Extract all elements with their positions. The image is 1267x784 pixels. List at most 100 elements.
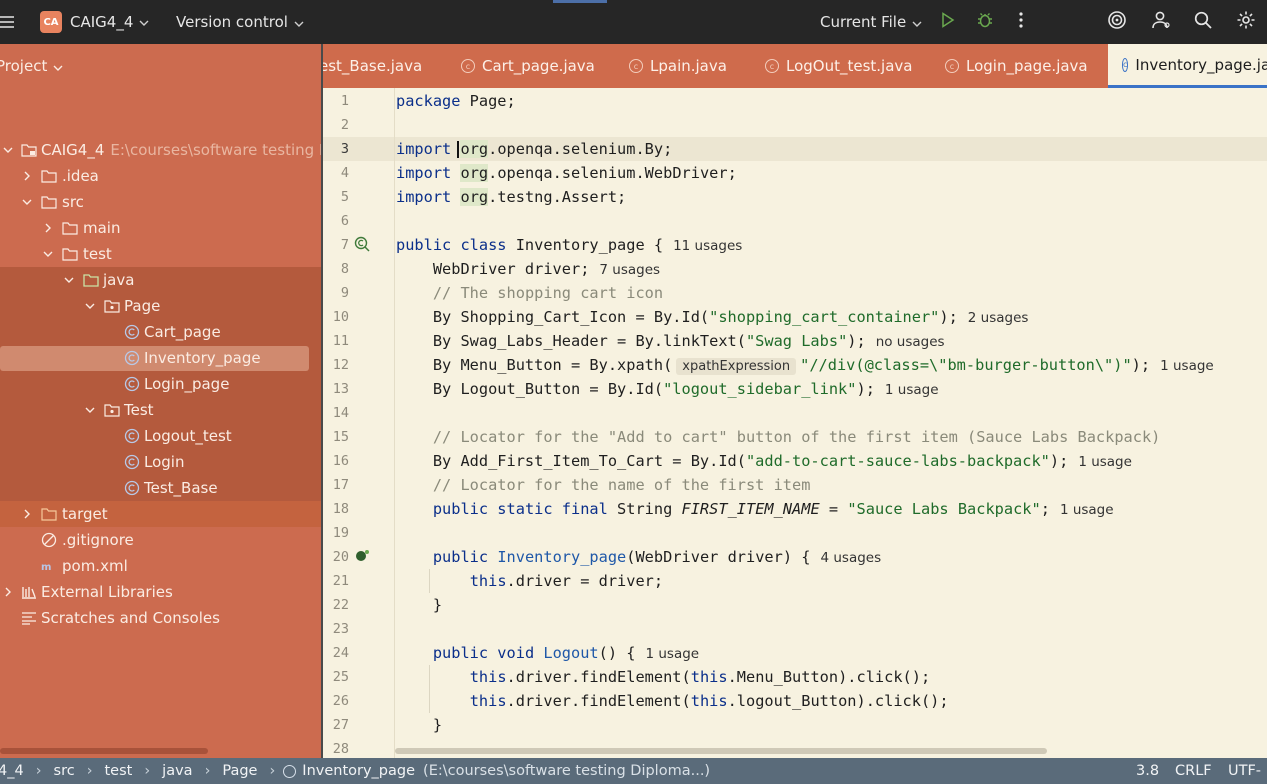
caret-position[interactable]: 3.8 xyxy=(1136,758,1159,784)
tree-item-root[interactable]: CAIG4_4 E:\courses\software testing Dipl xyxy=(0,137,321,163)
chevron-right-icon[interactable] xyxy=(42,222,54,234)
more-vertical-icon xyxy=(1019,12,1023,32)
chevron-down-icon[interactable] xyxy=(84,300,96,312)
line-number: 1 xyxy=(340,93,349,109)
breadcrumb-item[interactable]: java xyxy=(162,763,192,779)
tree-item-label: External Libraries xyxy=(41,583,173,601)
tree-item-pom[interactable]: m pom.xml xyxy=(0,553,321,579)
tab-logout-test[interactable]: c LogOut_test.java xyxy=(765,44,913,88)
breadcrumb-item[interactable]: Page xyxy=(222,763,257,779)
tab-test-base[interactable]: est_Base.java xyxy=(323,44,422,88)
chevron-right-icon[interactable] xyxy=(21,508,33,520)
tab-cart-page[interactable]: c Cart_page.java xyxy=(461,44,595,88)
line-number: 11 xyxy=(332,333,349,349)
editor-tab-bar: est_Base.java c Cart_page.java c Lpain.j… xyxy=(323,44,1267,88)
line-number: 19 xyxy=(332,525,349,541)
chevron-down-icon xyxy=(53,57,63,75)
tree-item-idea[interactable]: .idea xyxy=(0,163,321,189)
tree-item-label: .gitignore xyxy=(62,531,134,549)
usages-hint[interactable]: 1 usage xyxy=(645,646,699,662)
account-button[interactable] xyxy=(1150,0,1172,44)
tree-item-label: java xyxy=(103,271,135,289)
editor-horizontal-scrollbar[interactable] xyxy=(395,748,1047,754)
more-actions-button[interactable] xyxy=(1010,0,1032,44)
tree-item-cart-page[interactable]: Cart_page xyxy=(0,319,321,345)
chevron-down-icon[interactable] xyxy=(63,274,75,286)
tree-item-main[interactable]: main xyxy=(0,215,321,241)
code-editor[interactable]: 1 2 3 4 5 6 7 8 9 10 11 12 13 14 15 16 1… xyxy=(323,88,1267,758)
breadcrumb-item[interactable]: src xyxy=(54,763,75,779)
line-number: 14 xyxy=(332,405,349,421)
project-horizontal-scrollbar[interactable] xyxy=(0,748,208,754)
usages-hint[interactable]: 1 usage xyxy=(1078,454,1132,470)
usages-hint[interactable]: 4 usages xyxy=(820,550,881,566)
tree-item-java[interactable]: java xyxy=(0,267,321,293)
usages-hint[interactable]: 7 usages xyxy=(599,262,660,278)
chevron-right-icon: › xyxy=(269,763,276,779)
tree-item-src[interactable]: src xyxy=(0,189,321,215)
tab-inventory-page[interactable]: c Inventory_page.jav xyxy=(1108,44,1267,88)
chevron-right-icon[interactable] xyxy=(21,170,33,182)
breadcrumb-item[interactable]: 4_4 xyxy=(0,763,24,779)
run-config-selector[interactable]: Current File xyxy=(820,0,922,44)
hamburger-icon xyxy=(0,15,14,29)
file-encoding[interactable]: UTF- xyxy=(1228,758,1261,784)
code-line: public static final String FIRST_ITEM_NA… xyxy=(432,500,1114,518)
text-caret xyxy=(457,141,459,158)
tree-item-label: Page xyxy=(124,297,161,315)
tab-label: Cart_page.java xyxy=(482,57,595,75)
chevron-down-icon xyxy=(912,13,922,31)
breadcrumb-item[interactable]: test xyxy=(105,763,133,779)
version-control-menu[interactable]: Version control xyxy=(176,0,304,44)
usages-hint[interactable]: no usages xyxy=(876,334,945,350)
tree-item-scratches[interactable]: Scratches and Consoles xyxy=(0,605,321,631)
code-line: WebDriver driver; 7 usages xyxy=(396,260,661,278)
chevron-right-icon: › xyxy=(144,763,151,779)
tree-item-test-package[interactable]: Test xyxy=(0,397,321,423)
module-folder-icon xyxy=(21,142,37,158)
chevron-down-icon[interactable] xyxy=(42,248,54,260)
chevron-right-icon[interactable] xyxy=(2,586,14,598)
chevron-down-icon[interactable] xyxy=(21,196,33,208)
breadcrumb-path: (E:\courses\software testing Diploma...) xyxy=(423,763,711,779)
ai-assistant-button[interactable] xyxy=(1106,0,1128,44)
usages-hint[interactable]: 1 usage xyxy=(1160,358,1214,374)
tree-item-login-page[interactable]: Login_page xyxy=(0,371,321,397)
tree-item-external-libraries[interactable]: External Libraries xyxy=(0,579,321,605)
main-menu-button[interactable] xyxy=(0,0,16,44)
tree-item-logout-test[interactable]: Logout_test xyxy=(0,423,321,449)
class-icon: c xyxy=(945,59,959,73)
code-line: // Locator for the "Add to cart" button … xyxy=(432,428,1161,446)
tree-item-inventory-page[interactable]: Inventory_page xyxy=(0,345,321,371)
tree-item-test[interactable]: test xyxy=(0,241,321,267)
tree-item-test-base[interactable]: Test_Base xyxy=(0,475,321,501)
project-panel-header[interactable]: Project xyxy=(0,44,321,88)
usages-hint[interactable]: 1 usage xyxy=(885,382,939,398)
tree-item-gitignore[interactable]: .gitignore xyxy=(0,527,321,553)
usages-hint[interactable]: 1 usage xyxy=(1060,502,1114,518)
method-gutter-icon[interactable] xyxy=(354,548,370,564)
tree-item-target[interactable]: target xyxy=(0,501,321,527)
tree-item-login[interactable]: Login xyxy=(0,449,321,475)
breadcrumb-item[interactable]: Inventory_page xyxy=(302,763,415,779)
usages-hint[interactable]: 2 usages xyxy=(968,310,1029,326)
class-icon xyxy=(124,454,140,470)
class-gutter-icon[interactable] xyxy=(354,236,370,252)
tree-item-page-package[interactable]: Page xyxy=(0,293,321,319)
tab-login-page[interactable]: c Login_page.java xyxy=(945,44,1088,88)
line-separator[interactable]: CRLF xyxy=(1175,758,1212,784)
folder-icon xyxy=(41,168,57,184)
search-button[interactable] xyxy=(1192,0,1214,44)
usages-hint[interactable]: 11 usages xyxy=(673,238,742,254)
chevron-down-icon[interactable] xyxy=(2,144,14,156)
project-switcher[interactable]: CA CAIG4_4 xyxy=(40,0,149,44)
chevron-down-icon[interactable] xyxy=(84,404,96,416)
line-number: 18 xyxy=(332,501,349,517)
code-line: } xyxy=(396,716,443,734)
run-button[interactable] xyxy=(937,0,959,44)
project-tool-window: Project CAIG4_4 E:\courses\software testi… xyxy=(0,44,321,758)
tab-lpain[interactable]: c Lpain.java xyxy=(629,44,727,88)
debug-button[interactable] xyxy=(974,0,996,44)
settings-button[interactable] xyxy=(1235,0,1257,44)
chevron-down-icon xyxy=(139,14,149,30)
